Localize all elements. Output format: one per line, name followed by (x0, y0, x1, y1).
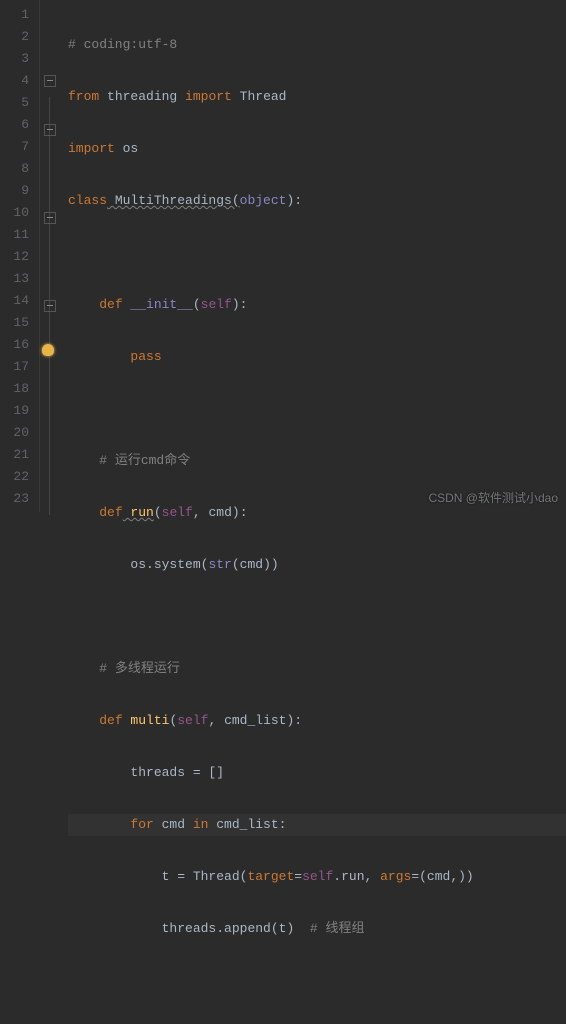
line-number: 11 (0, 224, 29, 246)
code-line[interactable]: # 多线程运行 (68, 658, 566, 680)
code-line[interactable] (68, 606, 566, 628)
code-line[interactable]: threads.append(t) # 线程组 (68, 918, 566, 940)
code-line[interactable]: class MultiThreadings(object): (68, 190, 566, 212)
code-line[interactable]: import os (68, 138, 566, 160)
line-number: 3 (0, 48, 29, 70)
code-line[interactable]: t = Thread(target=self.run, args=(cmd,)) (68, 866, 566, 888)
line-number: 2 (0, 26, 29, 48)
fold-toggle-icon[interactable] (44, 124, 56, 136)
line-number: 4 (0, 70, 29, 92)
code-editor[interactable]: 1 2 3 4 5 6 7 8 9 10 11 12 13 14 15 16 1… (0, 0, 566, 512)
line-number: 16 (0, 334, 29, 356)
code-line[interactable]: threads = [] (68, 762, 566, 784)
code-line[interactable]: def __init__(self): (68, 294, 566, 316)
fold-toggle-icon[interactable] (44, 300, 56, 312)
code-line[interactable]: from threading import Thread (68, 86, 566, 108)
code-line[interactable] (68, 398, 566, 420)
line-number: 21 (0, 444, 29, 466)
line-number: 15 (0, 312, 29, 334)
code-line[interactable]: # coding:utf-8 (68, 34, 566, 56)
line-number: 5 (0, 92, 29, 114)
line-number: 7 (0, 136, 29, 158)
code-line[interactable]: os.system(str(cmd)) (68, 554, 566, 576)
code-line[interactable]: pass (68, 346, 566, 368)
lightbulb-icon[interactable] (42, 344, 54, 356)
line-number: 22 (0, 466, 29, 488)
watermark-label: CSDN @软件测试小dao (428, 489, 558, 506)
code-line[interactable] (68, 242, 566, 264)
fold-gutter (40, 0, 60, 512)
line-number: 23 (0, 488, 29, 510)
line-number: 8 (0, 158, 29, 180)
code-line[interactable]: def multi(self, cmd_list): (68, 710, 566, 732)
code-line[interactable]: for cmd in cmd_list: (68, 814, 566, 836)
line-number: 10 (0, 202, 29, 224)
code-line[interactable]: for t in threads: (68, 1022, 566, 1024)
line-number: 12 (0, 246, 29, 268)
code-area[interactable]: # coding:utf-8 from threading import Thr… (60, 0, 566, 512)
line-number: 14 (0, 290, 29, 312)
line-number-gutter: 1 2 3 4 5 6 7 8 9 10 11 12 13 14 15 16 1… (0, 0, 40, 512)
line-number: 19 (0, 400, 29, 422)
line-number: 9 (0, 180, 29, 202)
line-number: 20 (0, 422, 29, 444)
code-line[interactable]: # 运行cmd命令 (68, 450, 566, 472)
line-number: 18 (0, 378, 29, 400)
fold-toggle-icon[interactable] (44, 212, 56, 224)
line-number: 13 (0, 268, 29, 290)
code-line[interactable] (68, 970, 566, 992)
line-number: 17 (0, 356, 29, 378)
fold-toggle-icon[interactable] (44, 75, 56, 87)
line-number: 1 (0, 4, 29, 26)
line-number: 6 (0, 114, 29, 136)
